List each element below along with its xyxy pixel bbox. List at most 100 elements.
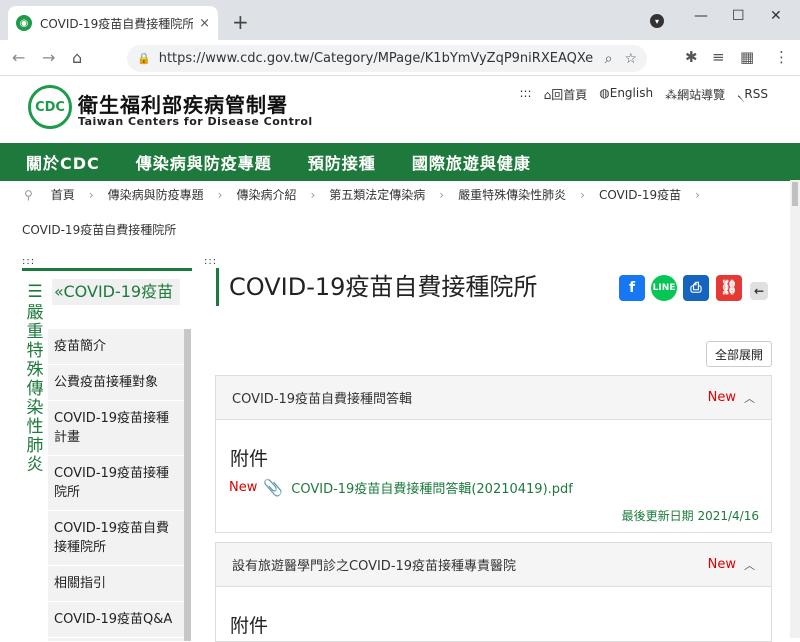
- breadcrumb-covid[interactable]: 嚴重特殊傳染性肺炎: [458, 186, 566, 203]
- sidebar-item-qa[interactable]: COVID-19疫苗Q&A: [48, 602, 184, 638]
- chevron-right-icon: ›: [695, 187, 700, 202]
- sitemap-link[interactable]: ⁂網站導覽: [665, 86, 725, 106]
- address-bar[interactable]: 🔒 https://www.cdc.gov.tw/Category/MPage/…: [127, 45, 647, 72]
- close-window-icon[interactable]: ✕: [770, 8, 782, 24]
- minimize-icon[interactable]: —: [694, 8, 708, 24]
- rss-link-label: RSS: [744, 87, 768, 101]
- sidebar-item-vaccination-sites[interactable]: COVID-19疫苗接種院所: [48, 456, 184, 511]
- sitemap-link-label: 網站導覽: [677, 88, 726, 102]
- chevron-right-icon: ›: [439, 187, 445, 202]
- sidebar-accesskey[interactable]: :::: [22, 256, 35, 267]
- download-indicator-icon[interactable]: ▾: [650, 14, 664, 28]
- home-link-label: 回首頁: [551, 88, 588, 102]
- sidebar-vertical-title: ☰ 嚴重特殊傳染性肺炎: [26, 283, 44, 475]
- browser-tab-strip: ◉ COVID-19疫苗自費接種院所 - 衛 × + ▾ — ☐ ✕: [0, 0, 800, 40]
- zoom-icon[interactable]: ⌕: [605, 51, 613, 67]
- site-header: CDC 衛生福利部疾病管制署 Taiwan Centers for Diseas…: [0, 77, 800, 143]
- sidebar-item-vaccine-intro[interactable]: 疫苗簡介: [48, 329, 184, 365]
- attachment-heading: 附件: [230, 448, 269, 470]
- sidebar: ☰ 嚴重特殊傳染性肺炎 «COVID-19疫苗 疫苗簡介 公費疫苗接種對象 CO…: [22, 268, 192, 641]
- hamburger-icon[interactable]: ☰: [26, 283, 44, 302]
- lock-icon: 🔒: [137, 52, 151, 65]
- nav-travel-health[interactable]: 國際旅遊與健康: [412, 150, 531, 174]
- page-scrollbar[interactable]: [790, 180, 800, 638]
- chevron-right-icon: ›: [88, 187, 94, 202]
- accordion-title: 設有旅遊醫學門診之COVID-19疫苗接種專責醫院: [232, 559, 517, 574]
- new-tab-button[interactable]: +: [232, 10, 249, 34]
- chevron-right-icon: ›: [217, 187, 223, 202]
- utility-accesskey[interactable]: :::: [519, 86, 531, 106]
- bookmark-star-icon[interactable]: ☆: [624, 51, 637, 67]
- nav-vaccination[interactable]: 預防接種: [308, 150, 376, 174]
- accordion-panel: 設有旅遊醫學門診之COVID-19疫苗接種專責醫院 New ︿ 附件: [215, 542, 772, 642]
- profile-avatar-icon[interactable]: ▦: [740, 48, 754, 66]
- home-icon[interactable]: ⌂: [72, 48, 82, 67]
- sidebar-item-self-paid-sites[interactable]: COVID-19疫苗自費接種院所: [48, 511, 184, 566]
- rss-link[interactable]: ৲RSS: [737, 86, 768, 106]
- chevron-right-icon: ›: [310, 187, 316, 202]
- sidebar-item-public-eligibility[interactable]: 公費疫苗接種對象: [48, 365, 184, 401]
- english-link[interactable]: ◍English: [599, 86, 653, 106]
- cdc-favicon-icon: ◉: [16, 15, 32, 31]
- new-badge: New: [229, 480, 258, 495]
- sidebar-scrollbar[interactable]: [184, 329, 191, 641]
- reading-list-icon[interactable]: ≡: [712, 48, 725, 66]
- nav-about-cdc[interactable]: 關於CDC: [26, 150, 100, 174]
- print-icon[interactable]: ⎙: [683, 275, 709, 301]
- sidebar-heading[interactable]: «COVID-19疫苗: [52, 279, 180, 305]
- breadcrumb-home[interactable]: 首頁: [51, 186, 75, 203]
- line-share-icon[interactable]: LINE: [651, 275, 677, 301]
- close-tab-icon[interactable]: ×: [199, 16, 210, 31]
- accordion-title: COVID-19疫苗自費接種問答輯: [232, 392, 413, 407]
- breadcrumb-diseases[interactable]: 傳染病與防疫專題: [108, 186, 204, 203]
- back-icon[interactable]: ←: [12, 48, 25, 67]
- site-title-en: Taiwan Centers for Disease Control: [78, 115, 313, 128]
- paperclip-icon: 📎: [263, 478, 284, 497]
- page-title: COVID-19疫苗自費接種院所: [216, 268, 537, 306]
- tab-title: COVID-19疫苗自費接種院所 - 衛: [40, 16, 194, 31]
- sidebar-menu: 疫苗簡介 公費疫苗接種對象 COVID-19疫苗接種計畫 COVID-19疫苗接…: [48, 329, 184, 641]
- breadcrumb-current: COVID-19疫苗自費接種院所: [22, 223, 177, 237]
- breadcrumb: ⚲ 首頁 › 傳染病與防疫專題 › 傳染病介紹 › 第五類法定傳染病 › 嚴重特殊傳染性…: [24, 186, 708, 203]
- copy-link-icon[interactable]: ⛓: [716, 275, 742, 301]
- sitemap-icon: ⁂: [665, 88, 678, 102]
- breadcrumb-category5[interactable]: 第五類法定傳染病: [329, 186, 425, 203]
- globe-icon: ◍: [599, 86, 610, 100]
- site-title-zh[interactable]: 衛生福利部疾病管制署: [78, 89, 288, 118]
- url-text[interactable]: https://www.cdc.gov.tw/Category/MPage/K1…: [159, 51, 593, 66]
- chevron-up-icon: ︿: [744, 558, 755, 572]
- sidebar-category-label: 嚴重特殊傳染性肺炎: [26, 303, 44, 475]
- page-scrollbar-thumb[interactable]: [792, 182, 798, 206]
- breadcrumb-vaccine[interactable]: COVID-19疫苗: [599, 186, 681, 203]
- menu-kebab-icon[interactable]: ⋮: [774, 48, 789, 66]
- chevron-right-icon: ›: [580, 187, 585, 202]
- breadcrumb-intro[interactable]: 傳染病介紹: [236, 186, 296, 203]
- maximize-icon[interactable]: ☐: [732, 8, 745, 24]
- sidebar-item-vaccination-plan[interactable]: COVID-19疫苗接種計畫: [48, 401, 184, 456]
- accordion-header[interactable]: COVID-19疫苗自費接種問答輯 New ︿: [216, 376, 771, 420]
- extensions-icon[interactable]: ✱: [685, 48, 698, 66]
- accordion-panel: COVID-19疫苗自費接種問答輯 New ︿ 附件 New 📎 COVID-1…: [215, 375, 772, 533]
- sidebar-item-guidelines[interactable]: 相關指引: [48, 566, 184, 602]
- browser-tab[interactable]: ◉ COVID-19疫苗自費接種院所 - 衛 ×: [8, 6, 218, 40]
- back-arrow-icon[interactable]: ←: [750, 282, 768, 300]
- cdc-logo[interactable]: CDC: [28, 85, 72, 129]
- main-navigation: 關於CDC 傳染病與防疫專題 預防接種 國際旅遊與健康: [0, 143, 800, 181]
- expand-all-button[interactable]: 全部展開: [706, 341, 772, 367]
- new-badge: New: [707, 390, 736, 405]
- chevron-up-icon: ︿: [744, 391, 755, 405]
- home-link[interactable]: ⌂回首頁: [544, 86, 588, 106]
- facebook-share-icon[interactable]: f: [619, 275, 645, 301]
- content-accesskey[interactable]: :::: [204, 256, 217, 267]
- breadcrumb-anchor-icon: ⚲: [24, 187, 33, 202]
- attachment-link[interactable]: COVID-19疫苗自費接種問答輯(20210419).pdf: [291, 478, 573, 497]
- utility-links: ::: ⌂回首頁 ◍English ⁂網站導覽 ৲RSS: [519, 86, 768, 106]
- attachment-item: New 📎 COVID-19疫苗自費接種問答輯(20210419).pdf: [229, 478, 573, 497]
- new-badge: New: [707, 557, 736, 572]
- forward-icon[interactable]: →: [42, 48, 55, 67]
- nav-diseases[interactable]: 傳染病與防疫專題: [136, 150, 272, 174]
- attachment-heading: 附件: [230, 615, 269, 637]
- last-updated: 最後更新日期 2021/4/16: [621, 509, 759, 523]
- accordion-header[interactable]: 設有旅遊醫學門診之COVID-19疫苗接種專責醫院 New ︿: [216, 543, 771, 587]
- browser-toolbar: ← → ⌂ 🔒 https://www.cdc.gov.tw/Category/…: [0, 40, 800, 76]
